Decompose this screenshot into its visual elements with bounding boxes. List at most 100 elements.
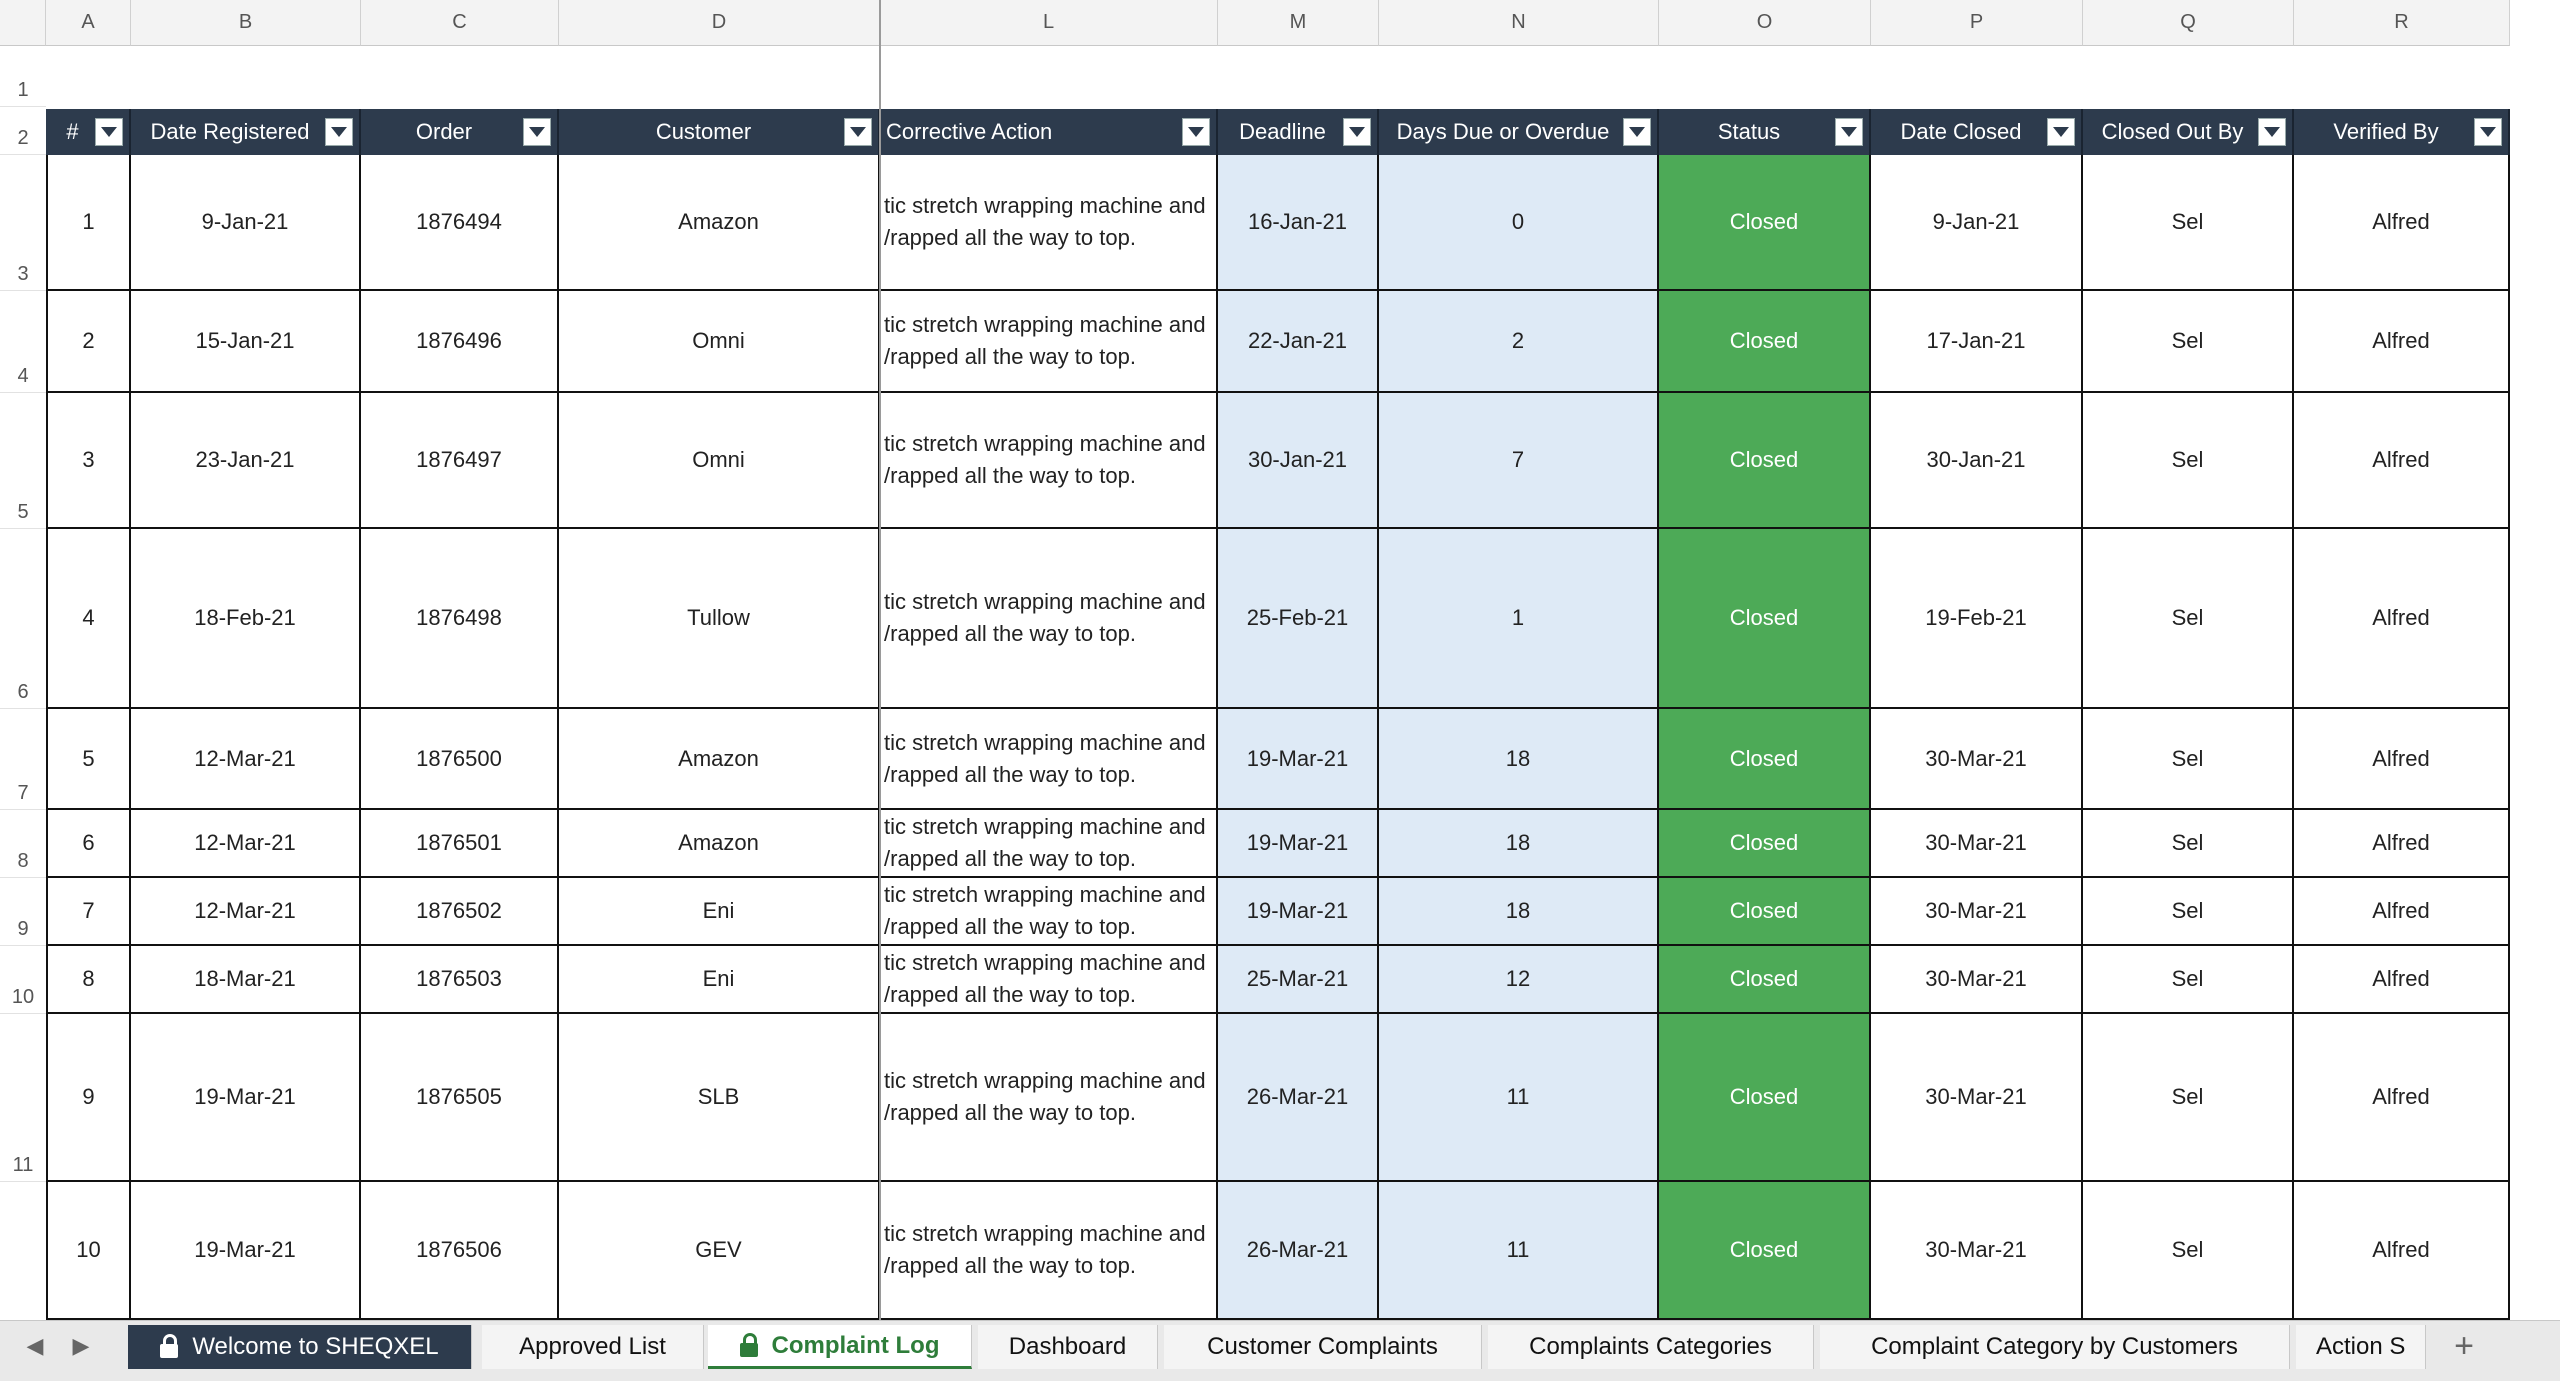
- row-header-7[interactable]: 7: [0, 709, 46, 810]
- cell-closed-out-by[interactable]: Sel: [2083, 155, 2294, 291]
- filter-dropdown-icon[interactable]: [2474, 118, 2502, 146]
- cell-deadline[interactable]: 19-Mar-21: [1218, 709, 1379, 810]
- filter-dropdown-icon[interactable]: [523, 118, 551, 146]
- row-header-9[interactable]: 9: [0, 878, 46, 946]
- cell-deadline[interactable]: 19-Mar-21: [1218, 878, 1379, 946]
- column-header-c[interactable]: C: [361, 0, 559, 46]
- cell-row-number[interactable]: 4: [46, 529, 131, 709]
- cell-order[interactable]: 1876498: [361, 529, 559, 709]
- cell-status[interactable]: Closed: [1659, 393, 1871, 529]
- cell-closed-out-by[interactable]: Sel: [2083, 1182, 2294, 1320]
- cell-days-due[interactable]: 1: [1379, 529, 1659, 709]
- cell-verified-by[interactable]: Alfred: [2294, 878, 2510, 946]
- cell-date-closed[interactable]: 30-Mar-21: [1871, 709, 2083, 810]
- cell-date-registered[interactable]: 12-Mar-21: [131, 810, 361, 878]
- column-header-r[interactable]: R: [2294, 0, 2510, 46]
- cell-verified-by[interactable]: Alfred: [2294, 946, 2510, 1014]
- cell-date-registered[interactable]: 19-Mar-21: [131, 1014, 361, 1182]
- column-header-m[interactable]: M: [1218, 0, 1379, 46]
- cell-customer[interactable]: Eni: [559, 878, 880, 946]
- cell-closed-out-by[interactable]: Sel: [2083, 1014, 2294, 1182]
- cell-date-registered[interactable]: 12-Mar-21: [131, 878, 361, 946]
- column-header-o[interactable]: O: [1659, 0, 1871, 46]
- cell-days-due[interactable]: 2: [1379, 291, 1659, 393]
- sheet-tab-action-s[interactable]: Action S: [2296, 1325, 2426, 1369]
- cell-deadline[interactable]: 19-Mar-21: [1218, 810, 1379, 878]
- cell-date-registered[interactable]: 9-Jan-21: [131, 155, 361, 291]
- cell-verified-by[interactable]: Alfred: [2294, 291, 2510, 393]
- cell-corrective-action[interactable]: tic stretch wrapping machine and/rapped …: [880, 810, 1218, 878]
- cell-deadline[interactable]: 22-Jan-21: [1218, 291, 1379, 393]
- cell-days-due[interactable]: 11: [1379, 1182, 1659, 1320]
- cell-status[interactable]: Closed: [1659, 529, 1871, 709]
- cell-verified-by[interactable]: Alfred: [2294, 1182, 2510, 1320]
- cell-corrective-action[interactable]: tic stretch wrapping machine and/rapped …: [880, 291, 1218, 393]
- cell-status[interactable]: Closed: [1659, 1014, 1871, 1182]
- cell-status[interactable]: Closed: [1659, 709, 1871, 810]
- cell-closed-out-by[interactable]: Sel: [2083, 878, 2294, 946]
- column-header-q[interactable]: Q: [2083, 0, 2294, 46]
- cell-status[interactable]: Closed: [1659, 155, 1871, 291]
- cell-days-due[interactable]: 18: [1379, 810, 1659, 878]
- cell-corrective-action[interactable]: tic stretch wrapping machine and/rapped …: [880, 709, 1218, 810]
- cell-order[interactable]: 1876500: [361, 709, 559, 810]
- column-header-n[interactable]: N: [1379, 0, 1659, 46]
- cell-date-closed[interactable]: 30-Jan-21: [1871, 393, 2083, 529]
- cell-date-registered[interactable]: 19-Mar-21: [131, 1182, 361, 1320]
- cell-status[interactable]: Closed: [1659, 946, 1871, 1014]
- cell-date-closed[interactable]: 30-Mar-21: [1871, 810, 2083, 878]
- chevron-left-icon[interactable]: ◀: [20, 1331, 50, 1361]
- cell-closed-out-by[interactable]: Sel: [2083, 393, 2294, 529]
- cell-row-number[interactable]: 7: [46, 878, 131, 946]
- row-header-10[interactable]: 10: [0, 946, 46, 1014]
- cell-verified-by[interactable]: Alfred: [2294, 810, 2510, 878]
- cell-verified-by[interactable]: Alfred: [2294, 709, 2510, 810]
- cell-deadline[interactable]: 25-Mar-21: [1218, 946, 1379, 1014]
- cell-date-registered[interactable]: 18-Mar-21: [131, 946, 361, 1014]
- cell-customer[interactable]: Amazon: [559, 810, 880, 878]
- cell-order[interactable]: 1876502: [361, 878, 559, 946]
- row-header-4[interactable]: 4: [0, 291, 46, 393]
- column-header-a[interactable]: A: [46, 0, 131, 46]
- row-header-3[interactable]: 3: [0, 155, 46, 291]
- filter-dropdown-icon[interactable]: [95, 118, 123, 146]
- cell-status[interactable]: Closed: [1659, 291, 1871, 393]
- filter-dropdown-icon[interactable]: [325, 118, 353, 146]
- cell-status[interactable]: Closed: [1659, 810, 1871, 878]
- cell-date-closed[interactable]: 19-Feb-21: [1871, 529, 2083, 709]
- cell-verified-by[interactable]: Alfred: [2294, 1014, 2510, 1182]
- cell-deadline[interactable]: 16-Jan-21: [1218, 155, 1379, 291]
- cell-row-number[interactable]: 1: [46, 155, 131, 291]
- cell-date-closed[interactable]: 30-Mar-21: [1871, 1014, 2083, 1182]
- plus-icon[interactable]: +: [2444, 1327, 2484, 1365]
- filter-dropdown-icon[interactable]: [2258, 118, 2286, 146]
- cell-verified-by[interactable]: Alfred: [2294, 529, 2510, 709]
- cell-customer[interactable]: Omni: [559, 291, 880, 393]
- cell-date-registered[interactable]: 18-Feb-21: [131, 529, 361, 709]
- cell-customer[interactable]: Omni: [559, 393, 880, 529]
- cell-row-number[interactable]: 8: [46, 946, 131, 1014]
- cell-deadline[interactable]: 26-Mar-21: [1218, 1014, 1379, 1182]
- sheet-tab-dashboard[interactable]: Dashboard: [978, 1325, 1158, 1369]
- sheet-tab-complaint-category-by-customers[interactable]: Complaint Category by Customers: [1820, 1325, 2290, 1369]
- column-header-d[interactable]: D: [559, 0, 880, 46]
- cell-closed-out-by[interactable]: Sel: [2083, 810, 2294, 878]
- filter-dropdown-icon[interactable]: [2047, 118, 2075, 146]
- cell-row-number[interactable]: 3: [46, 393, 131, 529]
- cell-corrective-action[interactable]: tic stretch wrapping machine and/rapped …: [880, 878, 1218, 946]
- cell-verified-by[interactable]: Alfred: [2294, 393, 2510, 529]
- cell-row-number[interactable]: 6: [46, 810, 131, 878]
- cell-row-number[interactable]: 9: [46, 1014, 131, 1182]
- column-header-l[interactable]: L: [880, 0, 1218, 46]
- cell-date-registered[interactable]: 15-Jan-21: [131, 291, 361, 393]
- cell-corrective-action[interactable]: tic stretch wrapping machine and/rapped …: [880, 393, 1218, 529]
- cell-deadline[interactable]: 25-Feb-21: [1218, 529, 1379, 709]
- row-header-11[interactable]: 11: [0, 1014, 46, 1182]
- cell-status[interactable]: Closed: [1659, 878, 1871, 946]
- cell-date-registered[interactable]: 12-Mar-21: [131, 709, 361, 810]
- cell-deadline[interactable]: 30-Jan-21: [1218, 393, 1379, 529]
- cell-customer[interactable]: Tullow: [559, 529, 880, 709]
- sheet-tab-complaint-log[interactable]: Complaint Log: [708, 1325, 972, 1369]
- cell-days-due[interactable]: 18: [1379, 709, 1659, 810]
- cell-closed-out-by[interactable]: Sel: [2083, 529, 2294, 709]
